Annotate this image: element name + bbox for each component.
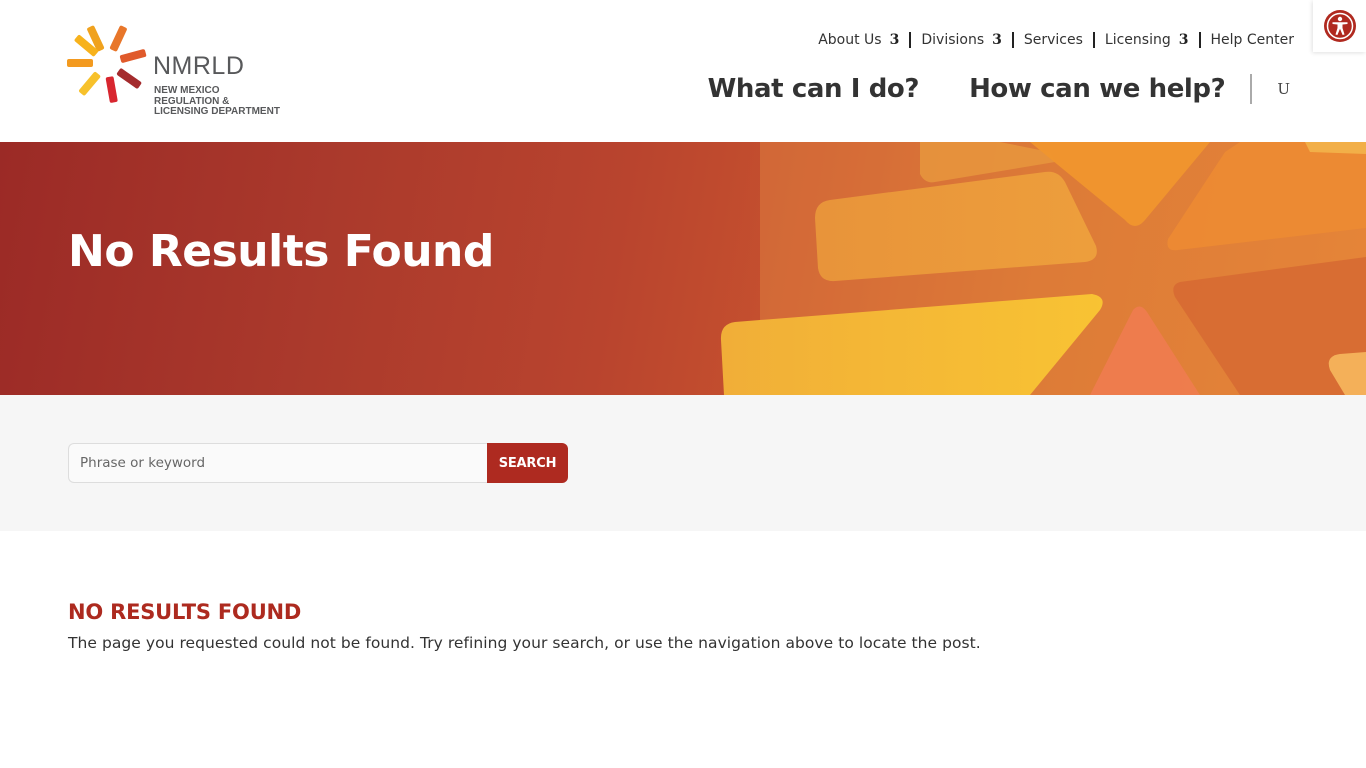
nav-item-licensing[interactable]: Licensing 3 xyxy=(1095,31,1199,49)
site-header: NMRLD NEW MEXICO REGULATION & LICENSING … xyxy=(0,0,1366,142)
nav-item-about-us[interactable]: About Us 3 xyxy=(818,31,909,49)
nav-how-can-we-help[interactable]: How can we help? xyxy=(969,74,1226,104)
no-results-heading: NO RESULTS FOUND xyxy=(68,600,302,624)
logo-starburst-icon xyxy=(67,25,147,103)
nav-item-divisions[interactable]: Divisions 3 xyxy=(911,31,1012,49)
nav-label: About Us xyxy=(818,32,882,48)
nav-label: Licensing xyxy=(1104,32,1171,48)
search-form: SEARCH xyxy=(68,443,568,483)
hero-banner: No Results Found xyxy=(0,142,1366,395)
utility-nav: About Us 3 Divisions 3 Services Licensin… xyxy=(818,31,1294,49)
site-logo[interactable]: NMRLD NEW MEXICO REGULATION & LICENSING … xyxy=(66,22,298,122)
nav-label: Help Center xyxy=(1210,32,1295,48)
nav-item-services[interactable]: Services xyxy=(1014,31,1093,49)
nav-item-help-center[interactable]: Help Center xyxy=(1201,31,1295,49)
search-section: SEARCH xyxy=(0,395,1366,531)
search-input[interactable] xyxy=(68,443,487,483)
logo-subtitle-line: NEW MEXICO xyxy=(154,85,220,96)
no-results-message: The page you requested could not be foun… xyxy=(68,634,981,652)
page-title: No Results Found xyxy=(68,226,494,277)
accessibility-icon xyxy=(1323,10,1356,42)
logo-subtitle-line: LICENSING DEPARTMENT xyxy=(154,106,280,117)
nav-label: Divisions xyxy=(921,32,985,48)
chevron-down-icon: 3 xyxy=(1178,32,1189,48)
chevron-down-icon: 3 xyxy=(992,32,1002,48)
logo-wordmark: NMRLD xyxy=(153,52,245,80)
nav-divider xyxy=(1250,74,1253,104)
search-icon[interactable]: U xyxy=(1277,80,1290,98)
search-button[interactable]: SEARCH xyxy=(487,443,568,483)
nav-what-can-i-do[interactable]: What can I do? xyxy=(708,74,920,104)
chevron-down-icon: 3 xyxy=(889,32,900,48)
primary-nav: What can I do? How can we help? U xyxy=(708,74,1290,104)
nav-label: Services xyxy=(1023,32,1083,48)
main-content: NO RESULTS FOUND The page you requested … xyxy=(68,600,1298,652)
logo-subtitle: NEW MEXICO REGULATION & LICENSING DEPART… xyxy=(154,85,280,118)
accessibility-button[interactable] xyxy=(1313,0,1366,52)
